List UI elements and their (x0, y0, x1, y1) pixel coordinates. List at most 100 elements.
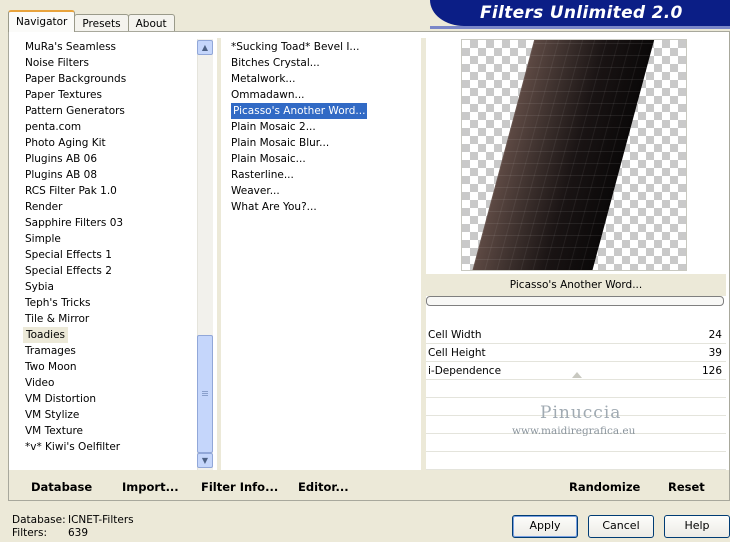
tab-about[interactable]: About (127, 14, 175, 32)
randomize-button[interactable]: Randomize (569, 480, 640, 494)
category-item[interactable]: *v* Kiwi's Oelfilter (24, 439, 194, 455)
filter-item[interactable]: Bitches Crystal... (229, 55, 419, 71)
watermark-name: Pinuccia (540, 403, 622, 423)
banner-underline (430, 26, 730, 29)
category-label: Special Effects 1 (25, 249, 112, 261)
param-value: 126 (701, 365, 722, 377)
import-button[interactable]: Import... (122, 480, 179, 494)
category-label: *v* Kiwi's Oelfilter (25, 441, 121, 453)
category-scrollbar[interactable]: ▲ ▼ (197, 39, 214, 470)
filter-item[interactable]: Plain Mosaic... (229, 151, 419, 167)
category-item[interactable]: Plugins AB 08 (24, 167, 194, 183)
scrollbar-thumb[interactable] (197, 335, 213, 453)
category-item[interactable]: penta.com (24, 119, 194, 135)
tab-presets[interactable]: Presets (74, 14, 129, 32)
category-label: Teph's Tricks (25, 297, 91, 309)
category-item[interactable]: Teph's Tricks (24, 295, 194, 311)
category-item[interactable]: Sapphire Filters 03 (24, 215, 194, 231)
category-item[interactable]: Sybia (24, 279, 194, 295)
category-label: RCS Filter Pak 1.0 (25, 185, 117, 197)
database-value: ICNET-Filters (68, 514, 134, 526)
category-item[interactable]: RCS Filter Pak 1.0 (24, 183, 194, 199)
filter-item[interactable]: Ommadawn... (229, 87, 419, 103)
filter-label: Metalwork... (231, 73, 296, 85)
scroll-down-button[interactable]: ▼ (197, 453, 213, 468)
filter-item[interactable]: Weaver... (229, 183, 419, 199)
param-label: Cell Height (428, 347, 486, 359)
param-value: 24 (708, 329, 722, 341)
category-item[interactable]: Render (24, 199, 194, 215)
database-button[interactable]: Database (31, 480, 92, 494)
filter-item[interactable]: Rasterline... (229, 167, 419, 183)
category-item[interactable]: Paper Textures (24, 87, 194, 103)
category-item[interactable]: VM Texture (24, 423, 194, 439)
filter-item[interactable]: What Are You?... (229, 199, 419, 215)
category-label: Plugins AB 08 (25, 169, 98, 181)
filter-label: *Sucking Toad* Bevel I... (231, 41, 360, 53)
category-item[interactable]: Special Effects 1 (24, 247, 194, 263)
filter-item[interactable]: *Sucking Toad* Bevel I... (229, 39, 419, 55)
list-divider (217, 38, 221, 470)
category-item[interactable]: Simple (24, 231, 194, 247)
tab-navigator[interactable]: Navigator (8, 10, 76, 32)
preview-figure (464, 40, 660, 270)
category-item[interactable]: VM Stylize (24, 407, 194, 423)
category-item[interactable]: Pattern Generators (24, 103, 194, 119)
category-item[interactable]: Tile & Mirror (24, 311, 194, 327)
category-label: Paper Backgrounds (25, 73, 127, 85)
app-banner: Filters Unlimited 2.0 (430, 0, 730, 26)
apply-button[interactable]: Apply (512, 515, 578, 538)
reset-button[interactable]: Reset (668, 480, 705, 494)
category-label: Noise Filters (25, 57, 89, 69)
slider-marker-icon (572, 372, 582, 378)
filter-label: Plain Mosaic... (231, 153, 306, 165)
watermark-url: www.maidiregrafica.eu (512, 425, 636, 437)
cancel-button[interactable]: Cancel (588, 515, 654, 538)
filter-label: Plain Mosaic Blur... (231, 137, 330, 149)
category-item[interactable]: Noise Filters (24, 55, 194, 71)
category-item[interactable]: MuRa's Seamless (24, 39, 194, 55)
help-button[interactable]: Help (664, 515, 730, 538)
scroll-up-button[interactable]: ▲ (197, 40, 213, 55)
category-label: VM Texture (25, 425, 84, 437)
filter-info-button[interactable]: Filter Info... (201, 480, 278, 494)
filters-label: Filters: (12, 527, 48, 539)
preview-image (461, 39, 687, 271)
preview-caption: Picasso's Another Word... (426, 274, 726, 296)
filter-item[interactable]: Metalwork... (229, 71, 419, 87)
filter-label: Rasterline... (231, 169, 294, 181)
category-label: Tramages (25, 345, 76, 357)
filter-item[interactable]: Picasso's Another Word... (229, 103, 419, 119)
category-item[interactable]: Toadies (23, 327, 194, 343)
category-label: Sybia (25, 281, 54, 293)
filter-item[interactable]: Plain Mosaic 2... (229, 119, 419, 135)
param-row-empty (426, 452, 726, 470)
category-label: Simple (25, 233, 61, 245)
filter-label: Weaver... (231, 185, 280, 197)
param-row-cell-height[interactable]: Cell Height 39 (426, 344, 726, 362)
filter-item[interactable]: Plain Mosaic Blur... (229, 135, 419, 151)
filter-label: Ommadawn... (231, 89, 305, 101)
category-item[interactable]: Special Effects 2 (24, 263, 194, 279)
category-label: Special Effects 2 (25, 265, 112, 277)
category-list[interactable]: MuRa's Seamless Noise Filters Paper Backgr… (23, 39, 194, 455)
status-info: Database: ICNET-Filters Filters: 639 (12, 514, 134, 540)
category-item[interactable]: Two Moon (24, 359, 194, 375)
category-label: Render (25, 201, 63, 213)
filter-label: Plain Mosaic 2... (231, 121, 316, 133)
parameter-list: Cell Width 24 Cell Height 39 i-Dependenc… (426, 326, 726, 470)
category-item[interactable]: Photo Aging Kit (24, 135, 194, 151)
category-item[interactable]: Plugins AB 06 (24, 151, 194, 167)
grip-icon (202, 391, 208, 392)
category-item[interactable]: Tramages (24, 343, 194, 359)
editor-button[interactable]: Editor... (298, 480, 349, 494)
filter-label: Picasso's Another Word... (231, 103, 368, 119)
filter-list[interactable]: *Sucking Toad* Bevel I... Bitches Crystal… (229, 39, 419, 215)
param-value: 39 (708, 347, 722, 359)
category-item[interactable]: Video (24, 375, 194, 391)
category-label: Pattern Generators (25, 105, 125, 117)
param-row-cell-width[interactable]: Cell Width 24 (426, 326, 726, 344)
category-item[interactable]: Paper Backgrounds (24, 71, 194, 87)
param-label: Cell Width (428, 329, 482, 341)
category-item[interactable]: VM Distortion (24, 391, 194, 407)
